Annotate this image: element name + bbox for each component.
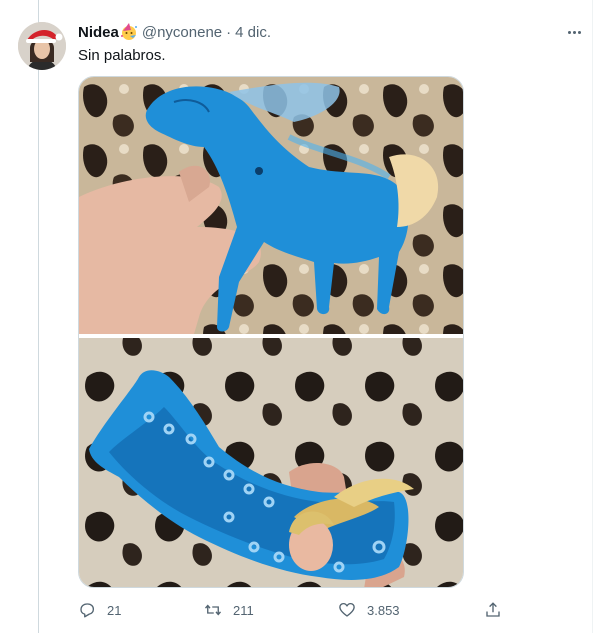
avatar[interactable] (18, 22, 66, 70)
user-handle[interactable]: @nyconene (142, 24, 222, 41)
action-bar: 21 211 3.853 (78, 598, 508, 622)
reply-icon (80, 603, 95, 618)
reply-count: 21 (107, 602, 122, 618)
retweet-icon (204, 604, 222, 616)
heart-icon (339, 602, 355, 617)
media-image-bottom[interactable] (79, 338, 464, 588)
share-button[interactable] (484, 598, 502, 622)
retweet-button[interactable]: 211 (204, 598, 254, 622)
more-options-icon[interactable] (562, 22, 586, 42)
tweet-media[interactable] (78, 76, 464, 588)
timeline-border (592, 0, 593, 633)
like-button[interactable]: 3.853 (338, 598, 400, 622)
thread-border (38, 0, 39, 633)
media-image-top[interactable] (79, 77, 464, 334)
tweet-header: Nidea @nyconene · 4 dic. (78, 22, 271, 42)
separator-dot: · (226, 23, 232, 41)
tweet-text: Sin palabros. (78, 47, 166, 64)
retweet-count: 211 (233, 602, 254, 618)
share-icon (486, 602, 500, 617)
reply-button[interactable]: 21 (78, 598, 121, 622)
tweet-date[interactable]: 4 dic. (235, 24, 271, 41)
display-name[interactable]: Nidea (78, 24, 119, 41)
party-face-icon (120, 23, 138, 41)
tweet-container: Nidea @nyconene · 4 dic. Sin palabros. 2… (0, 0, 594, 633)
like-count: 3.853 (367, 602, 400, 618)
